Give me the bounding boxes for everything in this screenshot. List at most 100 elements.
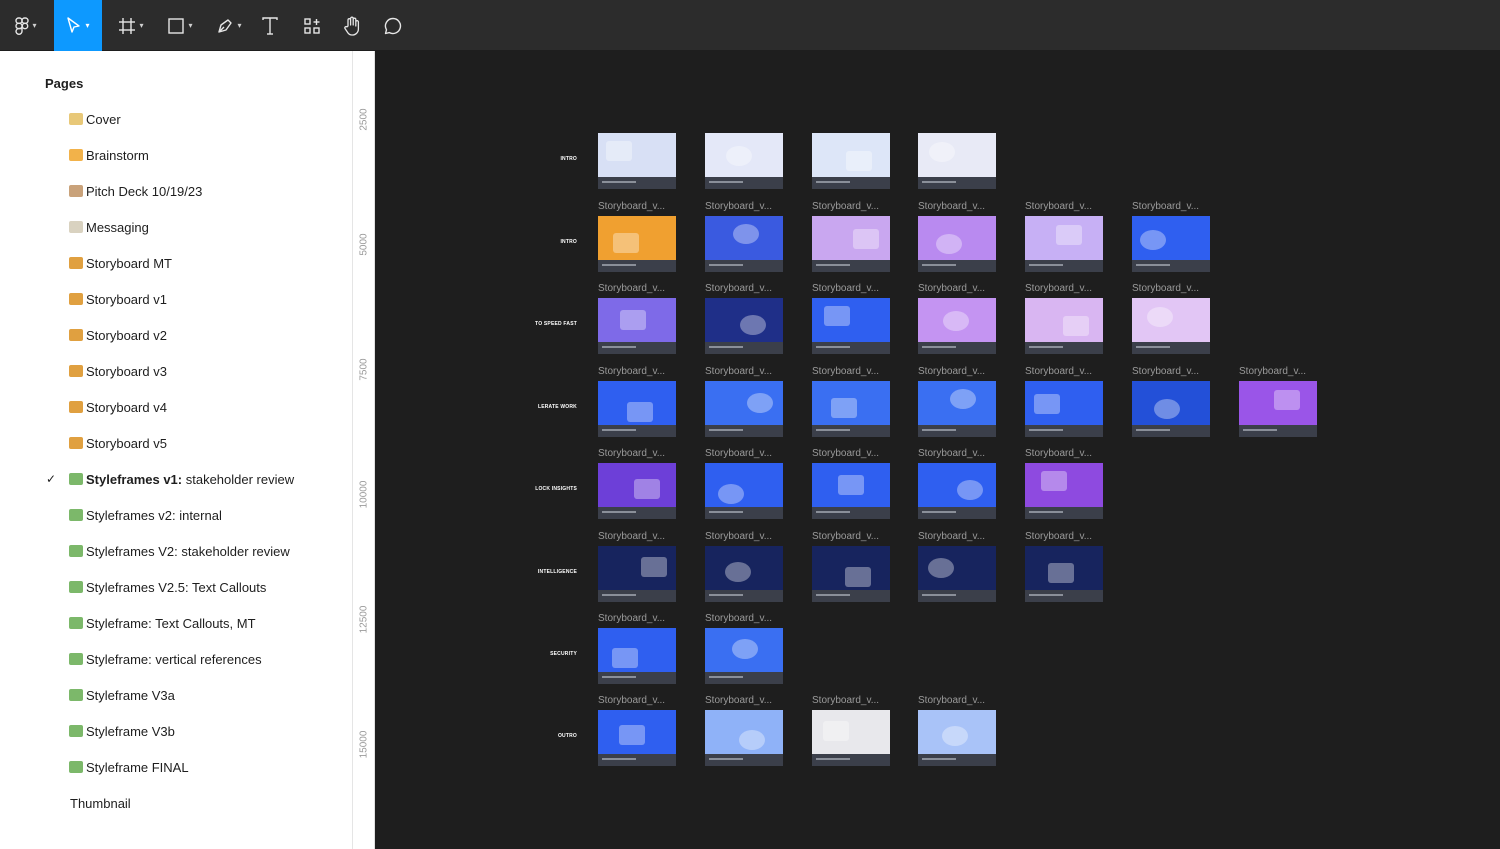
page-item[interactable]: Thumbnail <box>0 785 353 821</box>
storyboard-frame[interactable] <box>598 463 676 519</box>
frame-label[interactable]: Storyboard_v... <box>918 201 985 212</box>
frame-label[interactable]: Storyboard_v... <box>918 695 985 706</box>
storyboard-frame[interactable] <box>918 546 996 602</box>
move-tool-button[interactable]: ▾ <box>54 0 102 51</box>
frame-label[interactable]: Storyboard_v... <box>598 531 665 542</box>
frame-label[interactable]: Storyboard_v... <box>812 531 879 542</box>
storyboard-frame[interactable] <box>705 381 783 437</box>
storyboard-frame[interactable] <box>705 298 783 354</box>
storyboard-frame[interactable] <box>812 381 890 437</box>
frame-label[interactable]: Storyboard_v... <box>812 366 879 377</box>
storyboard-frame[interactable] <box>705 133 783 189</box>
frame-tool-button[interactable]: ▾ <box>108 0 154 51</box>
storyboard-frame[interactable] <box>1025 298 1103 354</box>
frame-label[interactable]: Storyboard_v... <box>705 613 772 624</box>
frame-label[interactable]: Storyboard_v... <box>1025 201 1092 212</box>
page-item[interactable]: Storyboard v4 <box>0 389 353 425</box>
storyboard-frame[interactable] <box>1025 546 1103 602</box>
frame-label[interactable]: Storyboard_v... <box>1025 531 1092 542</box>
storyboard-frame[interactable] <box>918 298 996 354</box>
storyboard-frame[interactable] <box>812 298 890 354</box>
storyboard-frame[interactable] <box>1239 381 1317 437</box>
shape-tool-button[interactable]: ▾ <box>158 0 202 51</box>
storyboard-frame[interactable] <box>812 216 890 272</box>
page-item[interactable]: Styleframe: Text Callouts, MT <box>0 605 353 641</box>
page-item[interactable]: Styleframe FINAL <box>0 749 353 785</box>
storyboard-frame[interactable] <box>598 133 676 189</box>
page-item[interactable]: Styleframe: vertical references <box>0 641 353 677</box>
page-item[interactable]: Styleframe V3a <box>0 677 353 713</box>
page-item[interactable]: Styleframes v2: internal <box>0 497 353 533</box>
storyboard-frame[interactable] <box>812 133 890 189</box>
storyboard-frame[interactable] <box>598 216 676 272</box>
frame-label[interactable]: Storyboard_v... <box>918 448 985 459</box>
frame-label[interactable]: Storyboard_v... <box>705 531 772 542</box>
page-item[interactable]: Storyboard v3 <box>0 353 353 389</box>
frame-label[interactable]: Storyboard_v... <box>812 695 879 706</box>
storyboard-frame[interactable] <box>1025 216 1103 272</box>
storyboard-frame[interactable] <box>705 216 783 272</box>
page-item[interactable]: Styleframes V2: stakeholder review <box>0 533 353 569</box>
storyboard-frame[interactable] <box>705 463 783 519</box>
frame-label[interactable]: Storyboard_v... <box>1025 366 1092 377</box>
storyboard-frame[interactable] <box>918 216 996 272</box>
frame-label[interactable]: Storyboard_v... <box>598 613 665 624</box>
frame-label[interactable]: Storyboard_v... <box>598 201 665 212</box>
hand-tool-button[interactable] <box>336 0 368 51</box>
page-item[interactable]: Storyboard v2 <box>0 317 353 353</box>
frame-label[interactable]: Storyboard_v... <box>598 366 665 377</box>
storyboard-frame[interactable] <box>598 381 676 437</box>
frame-label[interactable]: Storyboard_v... <box>705 448 772 459</box>
comment-tool-button[interactable] <box>377 0 409 51</box>
storyboard-frame[interactable] <box>1132 298 1210 354</box>
frame-label[interactable]: Storyboard_v... <box>1239 366 1306 377</box>
storyboard-frame[interactable] <box>918 710 996 766</box>
frame-label[interactable]: Storyboard_v... <box>918 366 985 377</box>
storyboard-frame[interactable] <box>812 710 890 766</box>
page-item[interactable]: Brainstorm <box>0 137 353 173</box>
storyboard-frame[interactable] <box>812 546 890 602</box>
frame-label[interactable]: Storyboard_v... <box>598 283 665 294</box>
page-item[interactable]: Storyboard v5 <box>0 425 353 461</box>
storyboard-frame[interactable] <box>1025 381 1103 437</box>
frame-label[interactable]: Storyboard_v... <box>598 695 665 706</box>
frame-label[interactable]: Storyboard_v... <box>918 531 985 542</box>
frame-label[interactable]: Storyboard_v... <box>1132 283 1199 294</box>
storyboard-frame[interactable] <box>1025 463 1103 519</box>
storyboard-frame[interactable] <box>598 710 676 766</box>
frame-label[interactable]: Storyboard_v... <box>705 695 772 706</box>
storyboard-frame[interactable] <box>705 710 783 766</box>
storyboard-frame[interactable] <box>598 298 676 354</box>
frame-label[interactable]: Storyboard_v... <box>812 201 879 212</box>
page-item[interactable]: Styleframes V2.5: Text Callouts <box>0 569 353 605</box>
page-item[interactable]: Messaging <box>0 209 353 245</box>
frame-label[interactable]: Storyboard_v... <box>705 201 772 212</box>
storyboard-frame[interactable] <box>918 381 996 437</box>
storyboard-frame[interactable] <box>1132 216 1210 272</box>
storyboard-frame[interactable] <box>598 628 676 684</box>
page-item[interactable]: Storyboard MT <box>0 245 353 281</box>
frame-label[interactable]: Storyboard_v... <box>705 283 772 294</box>
frame-label[interactable]: Storyboard_v... <box>1132 201 1199 212</box>
text-tool-button[interactable] <box>256 0 284 51</box>
storyboard-frame[interactable] <box>918 463 996 519</box>
storyboard-frame[interactable] <box>1132 381 1210 437</box>
frame-label[interactable]: Storyboard_v... <box>812 283 879 294</box>
frame-label[interactable]: Storyboard_v... <box>1025 448 1092 459</box>
frame-label[interactable]: Storyboard_v... <box>705 366 772 377</box>
page-item[interactable]: ✓ Styleframes v1: stakeholder review <box>0 461 353 497</box>
storyboard-frame[interactable] <box>812 463 890 519</box>
main-menu-button[interactable]: ▾ <box>0 0 52 51</box>
frame-label[interactable]: Storyboard_v... <box>598 448 665 459</box>
storyboard-frame[interactable] <box>918 133 996 189</box>
resources-tool-button[interactable] <box>296 0 328 51</box>
frame-label[interactable]: Storyboard_v... <box>918 283 985 294</box>
frame-label[interactable]: Storyboard_v... <box>1025 283 1092 294</box>
pen-tool-button[interactable]: ▾ <box>206 0 252 51</box>
page-item[interactable]: Styleframe V3b <box>0 713 353 749</box>
frame-label[interactable]: Storyboard_v... <box>1132 366 1199 377</box>
page-item[interactable]: Cover <box>0 101 353 137</box>
canvas[interactable]: INTRO INTRO Storyboard_v... Storyboard_v...… <box>375 51 1500 849</box>
frame-label[interactable]: Storyboard_v... <box>812 448 879 459</box>
page-item[interactable]: Pitch Deck 10/19/23 <box>0 173 353 209</box>
